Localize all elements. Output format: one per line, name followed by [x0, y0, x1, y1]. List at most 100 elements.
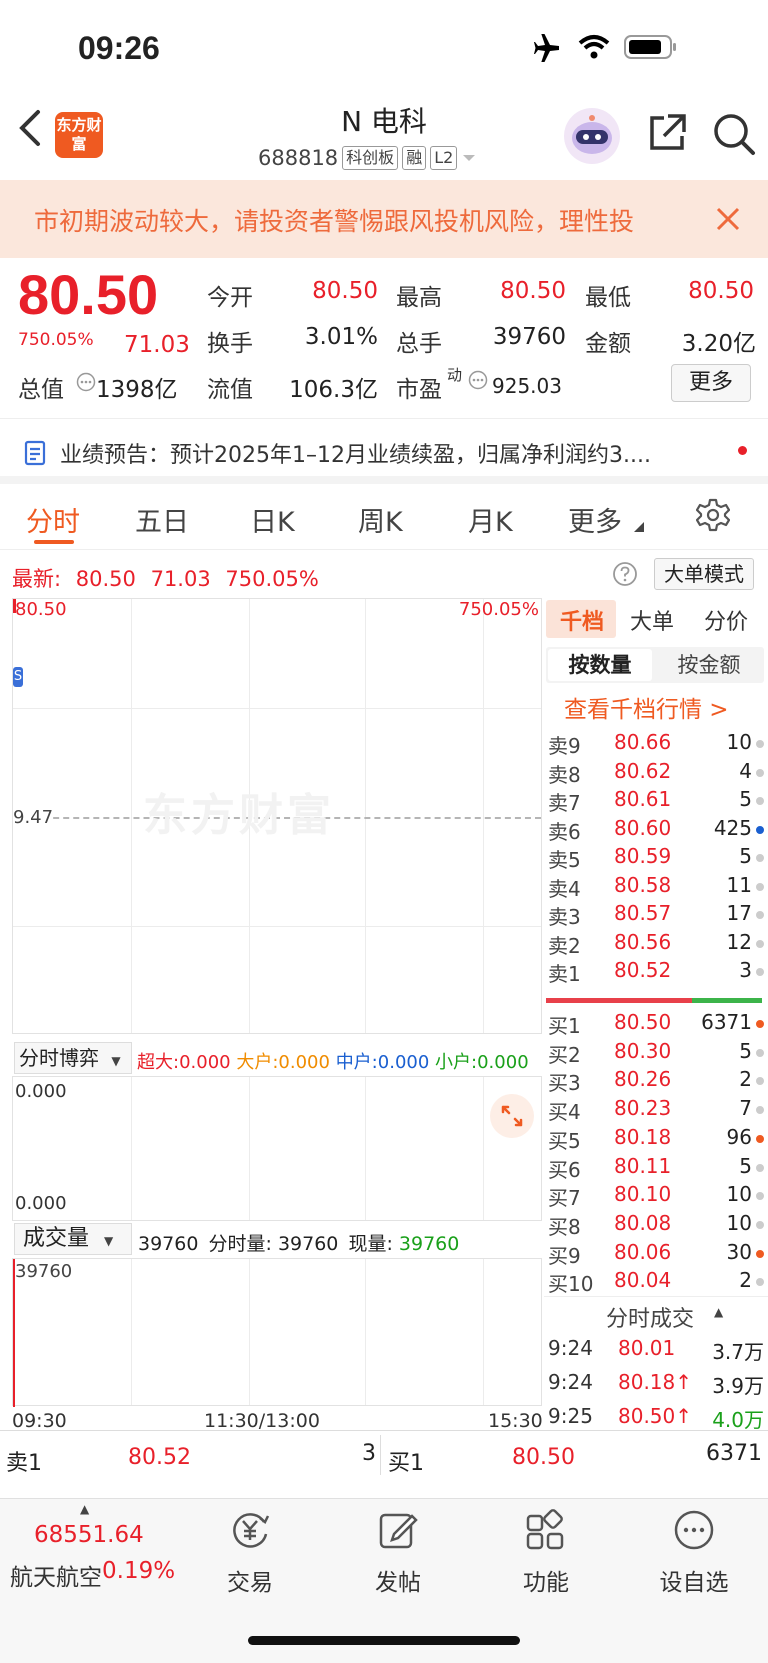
subtab-by-amount[interactable]: 按金额: [656, 649, 762, 681]
pe-superscript: 动: [447, 366, 463, 384]
nav-post[interactable]: 发帖: [343, 1563, 453, 1597]
ticker-value[interactable]: 68551.64: [34, 1522, 144, 1548]
ask-row: 卖6 80.60 425: [548, 816, 764, 845]
game-bottom-val: 0.000: [15, 1193, 67, 1214]
big-order-mode-button[interactable]: 大单模式: [654, 558, 754, 590]
trade-time: 9:24: [548, 1336, 593, 1360]
ask-row: 卖2 80.56 12: [548, 930, 764, 959]
current-price: 80.50: [18, 263, 159, 326]
latest-price-line: 最新: 80.50 71.03 750.05%: [12, 563, 319, 593]
ask-price: 80.52: [614, 958, 672, 982]
close-icon[interactable]: [715, 206, 741, 232]
tab-monthly-k[interactable]: 月K: [468, 500, 513, 539]
rp-tab-big-order[interactable]: 大单: [630, 604, 674, 636]
ask-price: 80.66: [614, 730, 672, 754]
tab-intraday[interactable]: 分时: [26, 500, 80, 539]
ask-volume: 4: [739, 758, 752, 783]
game-chart[interactable]: 0.000 0.000: [12, 1076, 542, 1221]
volume-chart[interactable]: 39760: [12, 1258, 542, 1407]
pe-value: 925.03: [492, 374, 562, 398]
game-dropdown-label: 分时博弈: [19, 1046, 99, 1070]
subtab-by-qty[interactable]: 按数量: [548, 649, 652, 681]
ask-level: 卖3: [548, 905, 581, 929]
chart-mid-price: 9.47: [13, 807, 54, 828]
ask-volume: 12: [726, 929, 752, 954]
stock-code: 688818: [258, 146, 339, 170]
more-quote-button[interactable]: 更多: [671, 364, 751, 402]
tab-daily-k[interactable]: 日K: [250, 500, 295, 539]
tab-more[interactable]: 更多: [568, 500, 622, 539]
book-sell-vol: 3: [362, 1441, 376, 1466]
volume-dropdown[interactable]: 成交量 ▼: [14, 1223, 132, 1255]
ticker-name[interactable]: 航天航空: [10, 1558, 102, 1592]
bid-price: 80.11: [614, 1153, 672, 1178]
event-marker[interactable]: S: [13, 667, 23, 687]
trade-price: 80.18↑: [618, 1370, 693, 1394]
nav-add-watchlist[interactable]: 设自选: [639, 1563, 749, 1597]
bid-row: 买10 80.04 2: [548, 1268, 764, 1297]
bid-level: 买5: [548, 1128, 581, 1153]
trade-price: 80.01: [618, 1336, 676, 1360]
ask-price: 80.59: [614, 844, 672, 868]
bid-price: 80.10: [614, 1182, 672, 1207]
bid-dot: [756, 1077, 764, 1086]
bid-volume: 6371: [701, 1010, 752, 1034]
bid-row: 买4 80.23 7: [548, 1096, 764, 1125]
book-buy-price: 80.50: [512, 1445, 575, 1470]
bid-volume: 7: [739, 1096, 752, 1121]
info-dots-icon[interactable]: [468, 370, 488, 390]
bid-volume: 96: [726, 1124, 752, 1149]
book-buy-vol: 6371: [706, 1441, 762, 1466]
trade-time: 9:24: [548, 1370, 593, 1394]
nav-function[interactable]: 功能: [491, 1563, 601, 1597]
bid-level: 买4: [548, 1100, 581, 1125]
rp-tab-price-dist[interactable]: 分价: [704, 604, 748, 636]
help-icon[interactable]: [612, 561, 638, 587]
intraday-price-chart[interactable]: S 80.50 750.05% 9.47 东方财富: [12, 598, 542, 1034]
ticker-pct[interactable]: 0.19%: [102, 1558, 175, 1584]
volume-legend: 39760 分时量: 39760 现量: 39760: [138, 1233, 460, 1255]
tab-five-day[interactable]: 五日: [135, 500, 189, 539]
bid-dot: [756, 1163, 764, 1172]
trade-time: 9:25: [548, 1404, 593, 1428]
bid-volume: 10: [726, 1210, 752, 1235]
share-icon[interactable]: [646, 112, 688, 154]
trades-header[interactable]: 分时成交 ▲: [544, 1296, 768, 1336]
bid-price: 80.18: [614, 1124, 672, 1149]
view-thousand-link[interactable]: 查看千档行情 >: [564, 690, 729, 724]
ask-volume: 5: [739, 787, 752, 811]
more-dots-icon[interactable]: [672, 1508, 716, 1552]
rp-tab-thousand[interactable]: 千档: [560, 604, 604, 636]
bid-price: 80.23: [614, 1096, 672, 1121]
tab-weekly-k[interactable]: 周K: [358, 500, 403, 539]
bid-level: 买6: [548, 1157, 581, 1182]
chart-top-pct: 750.05%: [458, 599, 539, 620]
ask-dot: [756, 854, 764, 862]
bid-dot: [756, 1220, 764, 1229]
trade-yen-icon[interactable]: [228, 1508, 272, 1552]
latest-pct: 750.05%: [225, 567, 319, 591]
stock-sub-info[interactable]: 688818 科创板 融 L2: [258, 146, 477, 170]
watermark: 东方财富: [143, 790, 335, 841]
ask-level: 卖9: [548, 734, 581, 758]
settings-gear-icon[interactable]: [696, 498, 730, 532]
trade-volume: 3.9万: [712, 1374, 764, 1398]
expand-icon[interactable]: [489, 1093, 535, 1139]
robot-assistant-icon[interactable]: [562, 106, 622, 166]
ask-volume: 10: [726, 730, 752, 754]
amount-label: 金额: [585, 331, 631, 357]
ask-level: 卖5: [548, 848, 581, 872]
trade-price: 80.50↑: [618, 1404, 693, 1428]
search-icon[interactable]: [712, 112, 756, 156]
volume-top-val: 39760: [15, 1261, 73, 1282]
trades-title: 分时成交: [606, 1307, 695, 1332]
game-dropdown[interactable]: 分时博弈 ▼: [14, 1042, 132, 1074]
post-edit-icon[interactable]: [376, 1508, 420, 1552]
bid-volume: 10: [726, 1182, 752, 1207]
function-grid-icon[interactable]: [524, 1508, 568, 1552]
caret-up-icon: ▲: [714, 1305, 724, 1319]
nav-trade[interactable]: 交易: [195, 1563, 305, 1597]
info-dots-icon[interactable]: [76, 372, 96, 392]
ask-level: 卖8: [548, 762, 581, 787]
ask-row: 卖9 80.66 10: [548, 730, 764, 759]
